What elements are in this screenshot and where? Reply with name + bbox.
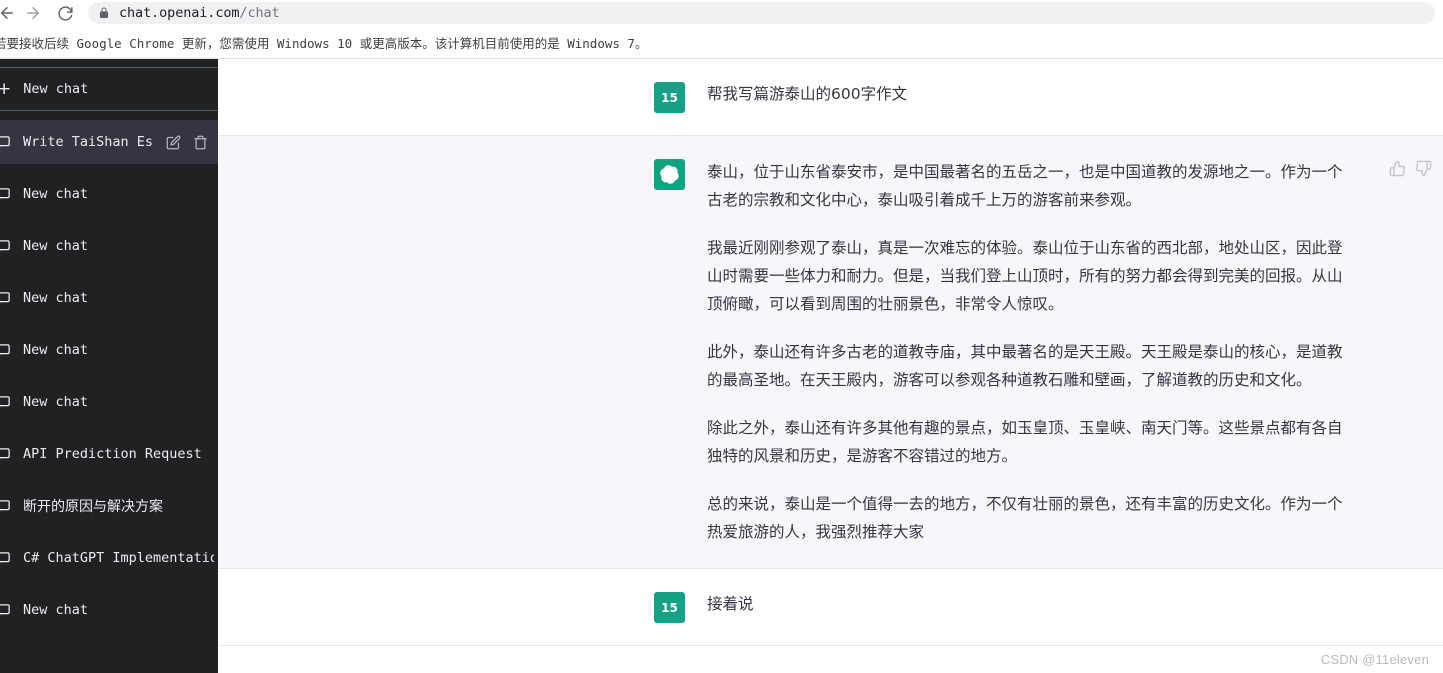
lock-icon[interactable]: [98, 6, 110, 20]
back-button[interactable]: [0, 0, 20, 26]
message-paragraph: 接着说: [707, 595, 754, 613]
message-paragraph: 泰山，位于山东省泰安市，是中国最著名的五岳之一，也是中国道教的发源地之一。作为一…: [707, 163, 1343, 209]
sidebar-item-new-chat-4[interactable]: New chat: [0, 328, 218, 372]
chat-bubble-icon: [0, 187, 11, 202]
message-paragraph: 我最近刚刚参观了泰山，真是一次难忘的体验。泰山位于山东省的西北部，地处山区，因此…: [707, 239, 1343, 313]
message-paragraph: 此外，泰山还有许多古老的道教寺庙，其中最著名的是天王殿。天王殿是泰山的核心，是道…: [707, 343, 1343, 389]
sidebar-item-new-chat-6[interactable]: New chat: [0, 588, 218, 632]
chat-bubble-icon: [0, 239, 11, 254]
new-chat-label: New chat: [23, 81, 89, 97]
sidebar-item-label: C# ChatGPT Implementation: [23, 550, 214, 566]
message-user-1: 15 帮我写篇游泰山的600字作文: [218, 59, 1443, 136]
chat-bubble-icon: [0, 135, 11, 150]
sidebar-item-label: New chat: [23, 186, 89, 202]
sidebar-item-label: New chat: [23, 342, 89, 358]
sidebar: + New chat Write TaiShan Essay 6: [0, 59, 218, 673]
message-feedback-actions: [1375, 160, 1432, 546]
message-text: 泰山，位于山东省泰安市，是中国最著名的五岳之一，也是中国道教的发源地之一。作为一…: [707, 158, 1353, 546]
thumbs-up-icon[interactable]: [1389, 160, 1406, 177]
reload-button[interactable]: [52, 0, 78, 26]
message-text: 接着说: [707, 591, 1353, 623]
message-paragraph: 除此之外，泰山还有许多其他有趣的景点，如玉皇顶、玉皇峡、南天门等。这些景点都有各…: [707, 419, 1343, 465]
sidebar-item-new-chat-5[interactable]: New chat: [0, 380, 218, 424]
message-user-2: 15 接着说: [218, 569, 1443, 646]
delete-icon[interactable]: [193, 135, 208, 150]
sidebar-item-label: New chat: [23, 290, 89, 306]
chat-bubble-icon: [0, 395, 11, 410]
chat-bubble-icon: [0, 291, 11, 306]
chat-bubble-icon: [0, 603, 11, 618]
update-notification-text: 若要接收后续 Google Chrome 更新，您需使用 Windows 10 …: [0, 35, 648, 51]
message-text: 帮我写篇游泰山的600字作文: [707, 81, 1353, 113]
sidebar-item-disconnect-reasons[interactable]: 断开的原因与解决方案: [0, 484, 218, 528]
openai-logo-icon: [660, 165, 679, 184]
url-text: chat.openai.com/chat: [119, 5, 280, 21]
chat-bubble-icon: [0, 551, 11, 566]
sidebar-item-csharp-chatgpt-implementation[interactable]: C# ChatGPT Implementation: [0, 536, 218, 580]
address-bar[interactable]: chat.openai.com/chat: [88, 2, 1435, 24]
app-container: + New chat Write TaiShan Essay 6: [0, 59, 1443, 673]
sidebar-item-label: API Prediction Request: [23, 446, 202, 462]
chat-bubble-icon: [0, 447, 11, 462]
forward-button[interactable]: [20, 0, 46, 26]
conversation-panel: 15 帮我写篇游泰山的600字作文 泰山，位于山东省泰安市，是中国最著名的五岳之…: [218, 59, 1443, 673]
watermark: CSDN @11eleven: [1320, 652, 1429, 667]
avatar: 15: [654, 592, 685, 623]
sidebar-item-label: New chat: [23, 238, 89, 254]
url-path: /chat: [239, 5, 280, 21]
avatar: [654, 159, 685, 190]
message-paragraph: 帮我写篇游泰山的600字作文: [707, 85, 908, 103]
sidebar-item-new-chat-1[interactable]: New chat: [0, 172, 218, 216]
avatar: 15: [654, 82, 685, 113]
message-paragraph: 总的来说，泰山是一个值得一去的地方，不仅有壮丽的景色，还有丰富的历史文化。作为一…: [707, 495, 1343, 541]
chat-history-list: Write TaiShan Essay 6 New chat: [0, 120, 218, 640]
plus-icon: +: [0, 78, 12, 99]
browser-toolbar: chat.openai.com/chat: [0, 0, 1443, 26]
message-assistant-1: 泰山，位于山东省泰安市，是中国最著名的五岳之一，也是中国道教的发源地之一。作为一…: [218, 136, 1443, 569]
sidebar-item-label: New chat: [23, 394, 89, 410]
update-notification-bar: 若要接收后续 Google Chrome 更新，您需使用 Windows 10 …: [0, 26, 1443, 59]
thumbs-down-icon[interactable]: [1415, 160, 1432, 177]
sidebar-item-label: 断开的原因与解决方案: [23, 499, 163, 515]
sidebar-item-new-chat-2[interactable]: New chat: [0, 224, 218, 268]
chat-bubble-icon: [0, 343, 11, 358]
chat-item-actions: [166, 135, 214, 150]
new-chat-button[interactable]: + New chat: [0, 67, 218, 111]
sidebar-item-api-prediction-request[interactable]: API Prediction Request: [0, 432, 218, 476]
url-host: chat.openai.com: [119, 5, 240, 21]
sidebar-item-new-chat-3[interactable]: New chat: [0, 276, 218, 320]
sidebar-item-label: New chat: [23, 602, 89, 618]
sidebar-item-write-taishan-essay-6[interactable]: Write TaiShan Essay 6: [0, 120, 218, 164]
chat-bubble-icon: [0, 499, 11, 514]
sidebar-item-label: Write TaiShan Essay 6: [23, 134, 154, 150]
edit-icon[interactable]: [166, 135, 181, 150]
